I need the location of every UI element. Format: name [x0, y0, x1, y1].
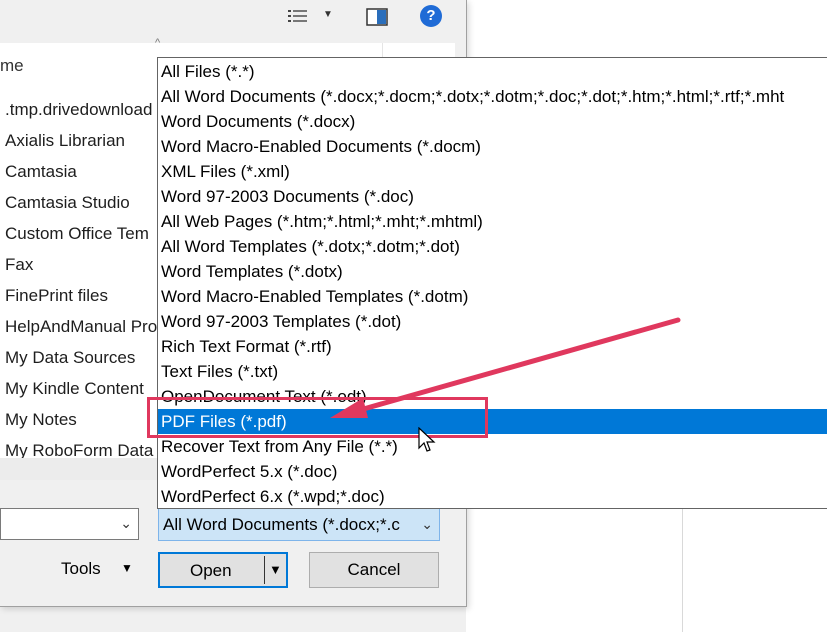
file-type-option[interactable]: Word 97-2003 Templates (*.dot)	[158, 309, 827, 334]
open-button[interactable]: Open ▼	[158, 552, 288, 588]
file-list-item[interactable]: Custom Office Tem	[5, 224, 149, 244]
file-list-item[interactable]: Fax	[5, 255, 33, 275]
details-view-icon[interactable]	[287, 8, 309, 26]
file-type-option[interactable]: Text Files (*.txt)	[158, 359, 827, 384]
file-type-selected-label: All Word Documents (*.docx;*.c	[163, 515, 400, 534]
sort-ascending-icon: ^	[155, 37, 161, 49]
file-list-item[interactable]: Camtasia	[5, 162, 77, 182]
file-type-option[interactable]: All Word Documents (*.docx;*.docm;*.dotx…	[158, 84, 827, 109]
mouse-pointer-icon	[418, 427, 436, 452]
file-type-option[interactable]: Word Documents (*.docx)	[158, 109, 827, 134]
file-type-dropdown-list: All Files (*.*) All Word Documents (*.doc…	[157, 57, 827, 509]
file-list-item[interactable]: My Kindle Content	[5, 379, 144, 399]
file-list-item[interactable]: Axialis Librarian	[5, 131, 125, 151]
file-list-item[interactable]: HelpAndManual Pro	[5, 317, 157, 337]
file-type-option[interactable]: Word Macro-Enabled Templates (*.dotm)	[158, 284, 827, 309]
file-type-option[interactable]: XML Files (*.xml)	[158, 159, 827, 184]
file-type-option[interactable]: WordPerfect 6.x (*.wpd;*.doc)	[158, 484, 827, 508]
tools-caret-icon[interactable]: ▼	[121, 561, 133, 575]
file-type-option[interactable]: Rich Text Format (*.rtf)	[158, 334, 827, 359]
file-type-option[interactable]: Word Macro-Enabled Documents (*.docm)	[158, 134, 827, 159]
dialog-toolbar: ▼ ?	[0, 0, 466, 40]
tools-button[interactable]: Tools	[61, 559, 101, 579]
file-list-item[interactable]: FinePrint files	[5, 286, 108, 306]
file-type-option[interactable]: All Word Templates (*.dotx;*.dotm;*.dot)	[158, 234, 827, 259]
file-type-select[interactable]: All Word Documents (*.docx;*.c ⌄	[158, 508, 440, 541]
file-type-option[interactable]: Word 97-2003 Documents (*.doc)	[158, 184, 827, 209]
file-type-option[interactable]: All Files (*.*)	[158, 59, 827, 84]
file-type-option[interactable]: All Web Pages (*.htm;*.html;*.mht;*.mhtm…	[158, 209, 827, 234]
cancel-button[interactable]: Cancel	[309, 552, 439, 588]
open-button-label: Open	[190, 561, 232, 580]
chevron-down-icon[interactable]: ⌄	[418, 509, 433, 540]
view-dropdown-arrow-icon[interactable]: ▼	[323, 9, 335, 23]
open-split-divider	[264, 556, 265, 584]
file-list-item[interactable]: My Notes	[5, 410, 77, 430]
file-name-input[interactable]: ⌄	[0, 508, 139, 540]
file-type-option[interactable]: Word Templates (*.dotx)	[158, 259, 827, 284]
file-type-option[interactable]: WordPerfect 5.x (*.doc)	[158, 459, 827, 484]
name-column-header[interactable]: me	[0, 56, 24, 76]
help-icon[interactable]: ?	[420, 5, 442, 27]
chevron-down-icon[interactable]: ⌄	[120, 515, 132, 532]
file-list-item[interactable]: Camtasia Studio	[5, 193, 130, 213]
preview-pane-icon[interactable]	[366, 8, 388, 26]
file-list-item[interactable]: My Data Sources	[5, 348, 135, 368]
open-options-caret-icon[interactable]: ▼	[269, 562, 282, 577]
file-list-item[interactable]: .tmp.drivedownload	[5, 100, 152, 120]
